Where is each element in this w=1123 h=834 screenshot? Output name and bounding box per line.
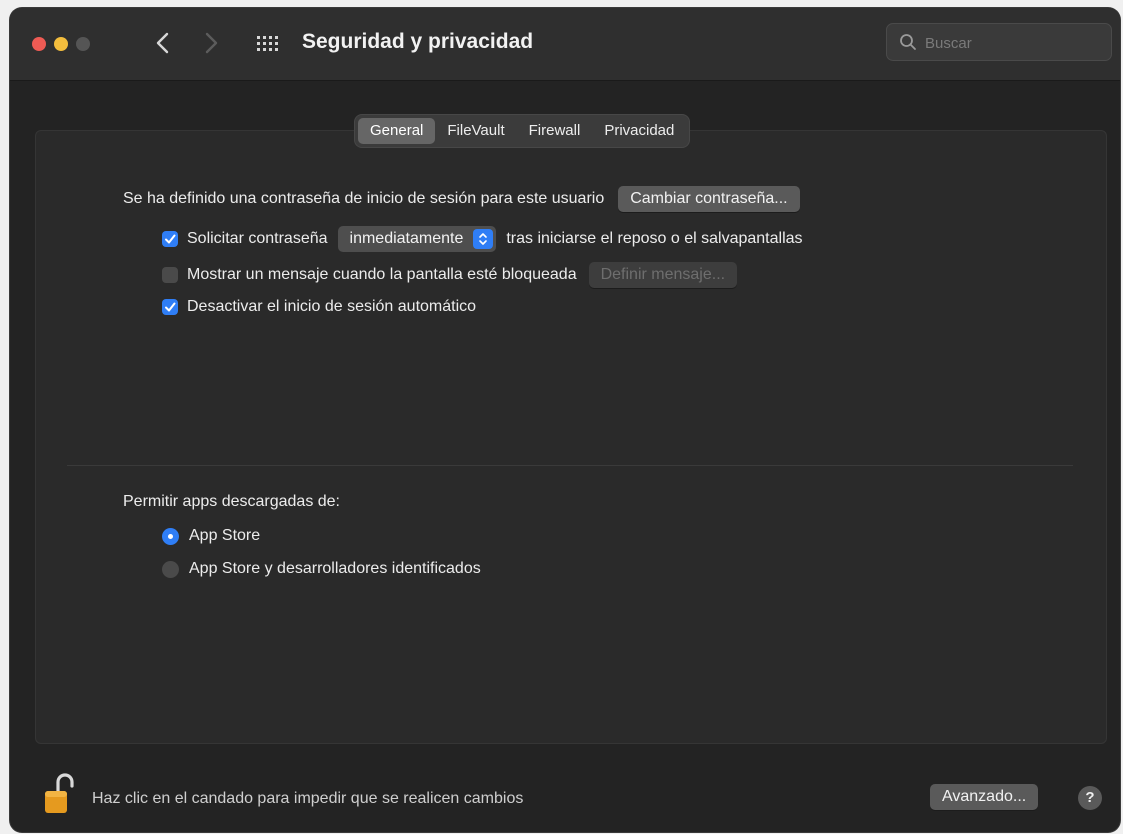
system-preferences-window: Seguridad y privacidad General FileVault… [10,8,1120,832]
title-bar: Seguridad y privacidad [10,8,1120,81]
advanced-button[interactable]: Avanzado... [930,784,1039,810]
allow-apps-title: Permitir apps descargadas de: [123,493,340,511]
app-store-radio[interactable] [162,527,179,545]
help-button[interactable]: ? [1078,786,1102,810]
zoom-window-button[interactable] [76,37,90,51]
forward-chevron-icon[interactable] [198,28,224,58]
lock-hint-text: Haz clic en el candado para impedir que … [92,790,524,807]
updown-chevron-icon [473,229,494,249]
identified-developers-radio[interactable] [162,560,179,578]
require-password-delay-value: inmediatamente [349,230,464,247]
disable-autologin-row: Desactivar el inicio de sesión automátic… [162,298,476,316]
tab-bar: General FileVault Firewall Privacidad [355,115,690,147]
require-password-row: Solicitar contraseña inmediatamente tras… [162,226,803,252]
minimize-window-button[interactable] [54,37,68,51]
checkmark-icon [165,234,176,244]
tab-general[interactable]: General [358,118,436,144]
show-message-checkbox[interactable] [162,267,178,283]
set-message-button: Definir mensaje... [588,262,738,288]
disable-autologin-label: Desactivar el inicio de sesión automátic… [187,298,477,315]
checkmark-icon [165,302,176,312]
require-password-label: Solicitar contraseña [187,230,328,247]
show-all-grid-icon[interactable] [255,32,279,56]
disable-autologin-checkbox[interactable] [162,299,178,315]
show-message-row: Mostrar un mensaje cuando la pantalla es… [162,262,738,288]
identified-developers-label: App Store y desarrolladores identificado… [189,560,481,577]
back-chevron-icon[interactable] [150,28,176,58]
require-password-delay-popup[interactable]: inmediatamente [337,226,497,252]
unlocked-padlock-icon[interactable] [43,773,75,815]
require-password-checkbox[interactable] [162,231,178,247]
password-row: Se ha definido una contraseña de inicio … [123,186,800,212]
allow-app-store-option[interactable]: App Store [162,527,260,545]
show-message-label: Mostrar un mensaje cuando la pantalla es… [187,266,577,283]
allow-identified-developers-option[interactable]: App Store y desarrolladores identificado… [162,560,481,578]
search-icon [900,34,916,50]
app-store-label: App Store [189,527,261,544]
require-password-suffix: tras iniciarse el reposo o el salvapanta… [506,230,803,247]
close-window-button[interactable] [32,37,46,51]
tab-filevault[interactable]: FileVault [435,118,516,144]
search-field[interactable] [886,23,1112,61]
section-divider [67,465,1073,466]
search-input[interactable] [923,29,1107,57]
allow-apps-label: Permitir apps descargadas de: [123,493,340,510]
general-panel [35,130,1107,744]
window-title: Seguridad y privacidad [302,30,534,53]
password-set-label: Se ha definido una contraseña de inicio … [123,190,605,207]
tab-privacidad[interactable]: Privacidad [592,118,686,144]
tab-firewall[interactable]: Firewall [517,118,593,144]
change-password-button[interactable]: Cambiar contraseña... [618,186,800,212]
